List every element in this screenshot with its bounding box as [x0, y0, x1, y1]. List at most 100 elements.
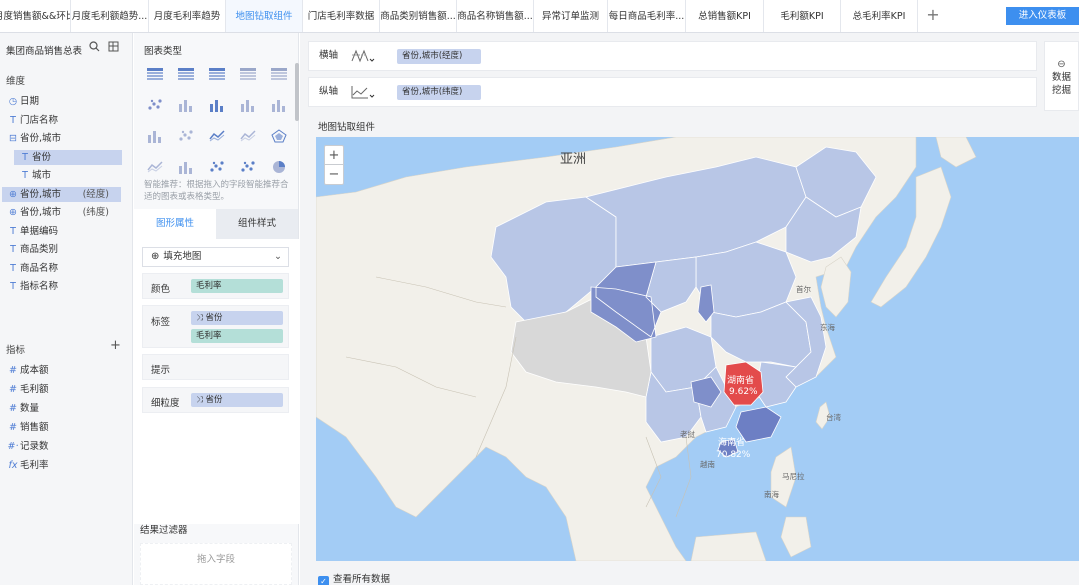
result-filter-title: 结果过滤器	[140, 525, 188, 536]
dimension-field[interactable]: ⊕ 省份,城市 (经度)	[2, 186, 121, 202]
metric-field[interactable]: #· 记录数	[2, 439, 121, 454]
dual-bar-icon[interactable]	[147, 129, 163, 143]
metric-label: 毛利率	[20, 460, 49, 471]
tab-map-drill[interactable]: 地图钻取组件	[226, 0, 303, 32]
data-label-hainan-name: 海南省	[718, 436, 745, 448]
tab-category-sales[interactable]: 商品类别销售额...	[380, 0, 457, 32]
dimension-field[interactable]: T 商品名称	[2, 261, 121, 276]
data-mining-button[interactable]: ⊖ 数据挖掘	[1044, 41, 1079, 111]
bar-group-icon[interactable]	[178, 160, 194, 174]
stacked-column-icon[interactable]	[271, 98, 287, 112]
metric-label: 记录数	[20, 441, 49, 452]
map-type-select[interactable]: ⊕ 填充地图 ⌄	[142, 247, 289, 267]
metric-field[interactable]: fx 毛利率	[2, 458, 121, 473]
tab-graph-properties[interactable]: 图形属性	[134, 209, 216, 239]
granularity-label: 细粒度	[151, 398, 180, 409]
wave-icon[interactable]	[147, 160, 163, 174]
scatter-icon[interactable]	[209, 160, 225, 174]
dimension-field[interactable]: ⊟ 省份,城市	[2, 131, 121, 146]
text-type-icon: T	[22, 151, 28, 163]
tab-component-style[interactable]: 组件样式	[216, 209, 298, 239]
tooltip-property[interactable]: 提示	[142, 354, 289, 380]
dimension-header: 维度	[6, 76, 26, 87]
zoom-in-button[interactable]: +	[325, 146, 343, 165]
dimension-field[interactable]: T 商品类别	[2, 242, 121, 257]
dataset-switch-icon[interactable]	[108, 41, 119, 55]
tab-monthly-gross-profit-trend[interactable]: 月度毛利额趋势...	[71, 0, 149, 32]
add-tab-button[interactable]: +	[918, 0, 948, 32]
y-axis-type-icon[interactable]	[351, 85, 375, 99]
grouped-table-icon[interactable]	[271, 67, 287, 81]
add-metric-icon[interactable]: +	[110, 338, 121, 353]
enter-dashboard-button[interactable]: 进入仪表板	[1006, 7, 1079, 25]
granularity-field-pill[interactable]: ⤨ 省份	[191, 393, 283, 407]
column-icon[interactable]	[240, 98, 256, 112]
result-filter-dropzone[interactable]: 拖入字段	[140, 543, 292, 585]
hash-icon: #·	[7, 441, 19, 452]
x-axis-label: 横轴	[319, 50, 339, 61]
dot-matrix-icon[interactable]	[147, 98, 163, 112]
search-icon[interactable]	[89, 41, 100, 55]
dimension-field[interactable]: T 指标名称	[2, 279, 121, 294]
x-axis-field-pill[interactable]: 省份,城市(经度)	[397, 49, 481, 64]
tab-abnormal-orders[interactable]: 异常订单监测	[534, 0, 608, 32]
dimension-field[interactable]: T 门店名称	[2, 113, 121, 128]
chart-config-panel: 图表类型 智能推荐：根据拖入的字段智能推荐合适的图表或表格类型。 图形属性 组件…	[134, 33, 299, 585]
dimension-label: 省份,城市	[20, 207, 62, 218]
tab-monthly-margin-trend[interactable]: 月度毛利率趋势	[149, 0, 226, 32]
dimension-field[interactable]: T 城市	[14, 168, 122, 183]
dimension-field[interactable]: T 省份	[14, 149, 122, 165]
heatmap-table-icon[interactable]	[178, 98, 194, 112]
tab-store-margin[interactable]: 门店毛利率数据	[303, 0, 380, 32]
cross-table-icon[interactable]	[178, 67, 194, 81]
globe-icon: ⊕	[9, 188, 17, 200]
granularity-property: 细粒度 ⤨ 省份	[142, 387, 289, 413]
y-axis-row: 纵轴 省份,城市(纬度)	[308, 77, 1037, 107]
place-label-east-sea: 东海	[820, 322, 835, 332]
chevron-down-icon: ⌄	[274, 251, 282, 262]
dimension-field[interactable]: ⊕ 省份,城市 (纬度)	[2, 205, 121, 220]
check-icon[interactable]: ✓	[318, 576, 329, 585]
scatter-mini-icon[interactable]	[178, 129, 194, 143]
x-axis-type-icon[interactable]	[351, 49, 375, 63]
metric-field[interactable]: # 销售额	[2, 420, 121, 435]
radar-icon[interactable]	[271, 129, 287, 143]
dataset-title: 集团商品销售总表	[6, 46, 83, 57]
tab-monthly-sales[interactable]: 月度销售额&&环比	[0, 0, 71, 32]
metric-field[interactable]: # 毛利额	[2, 382, 121, 397]
label-field-pill-margin[interactable]: 毛利率	[191, 329, 283, 343]
tab-gross-profit-kpi[interactable]: 毛利额KPI	[764, 0, 841, 32]
dimension-label: 省份	[32, 151, 52, 163]
zoom-out-button[interactable]: −	[325, 165, 343, 184]
show-all-data-row[interactable]: ✓ 查看所有数据	[318, 571, 390, 585]
tab-product-sales[interactable]: 商品名称销售额...	[457, 0, 534, 32]
color-label: 颜色	[151, 284, 171, 295]
bar-icon[interactable]	[209, 98, 225, 112]
hash-icon: #	[9, 403, 17, 414]
line-icon[interactable]	[209, 129, 225, 143]
pie-icon[interactable]	[271, 160, 287, 174]
tab-margin-kpi[interactable]: 总毛利率KPI	[841, 0, 918, 32]
area-line-icon[interactable]	[240, 129, 256, 143]
metric-field[interactable]: # 数量	[2, 401, 121, 416]
table-icon[interactable]	[147, 67, 163, 81]
bubble-icon[interactable]	[240, 160, 256, 174]
detail-table-icon[interactable]	[209, 67, 225, 81]
tab-sales-kpi[interactable]: 总销售额KPI	[686, 0, 764, 32]
chart-types-scrollbar[interactable]	[295, 63, 299, 121]
label-field-pill-province[interactable]: ⤨ 省份	[191, 311, 283, 325]
color-field-pill[interactable]: 毛利率	[191, 279, 283, 293]
hash-icon: #	[9, 422, 17, 433]
metric-field[interactable]: # 成本额	[2, 363, 121, 378]
y-axis-field-pill[interactable]: 省份,城市(纬度)	[397, 85, 481, 100]
text-type-icon: T	[10, 244, 16, 255]
hash-icon: #	[9, 365, 17, 376]
kpi-number-icon[interactable]	[240, 67, 256, 81]
tab-daily-margin[interactable]: 每日商品毛利率...	[608, 0, 686, 32]
data-label-hainan-value: 70.82%	[716, 450, 751, 460]
coordinate-suffix: (纬度)	[82, 207, 109, 218]
filled-map[interactable]: 亚洲 首尔 东海 台湾 马尼拉 南海 越南 老挝 湖南省 9.62% 海南省 7…	[316, 137, 1079, 561]
dimension-field[interactable]: ◷ 日期	[2, 94, 121, 109]
chart-types-title: 图表类型	[144, 46, 183, 57]
dimension-field[interactable]: T 单据编码	[2, 224, 121, 239]
